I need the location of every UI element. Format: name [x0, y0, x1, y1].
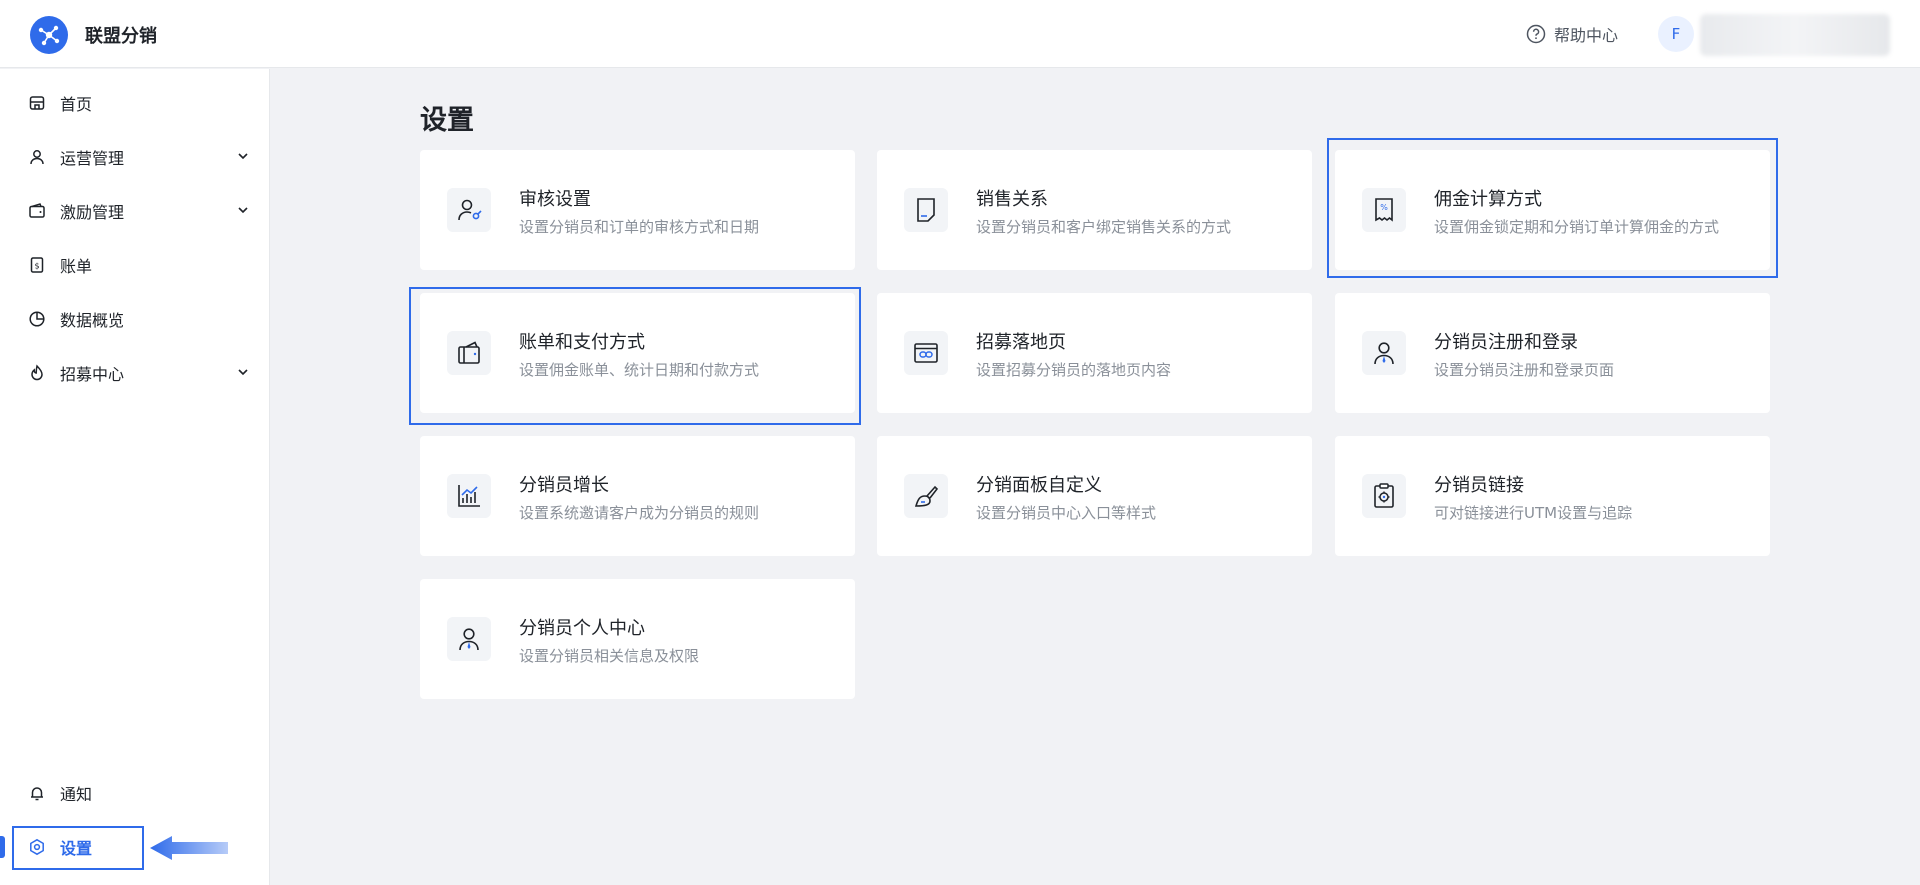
settings-highlight-box	[12, 826, 144, 870]
card-description: 设置招募分销员的落地页内容	[976, 361, 1172, 379]
settings-card-landing-page[interactable]: 招募落地页 设置招募分销员的落地页内容	[877, 293, 1312, 413]
sidebar-item-label: 运营管理	[60, 149, 125, 168]
settings-card-review[interactable]: 审核设置 设置分销员和订单的审核方式和日期	[420, 150, 855, 270]
sidebar-item-home[interactable]: 首页	[0, 81, 270, 125]
card-title: 审核设置	[519, 189, 591, 210]
help-center-label: 帮助中心	[1554, 26, 1619, 45]
browser-link-icon	[904, 331, 948, 375]
chevron-down-icon	[238, 153, 248, 160]
card-title: 分销员个人中心	[519, 618, 645, 639]
avatar[interactable]: F	[1658, 16, 1694, 52]
brand-name: 联盟分销	[85, 26, 157, 47]
person-tie-icon	[447, 617, 491, 661]
pointer-arrow-icon	[150, 836, 228, 860]
settings-card-commission[interactable]: % 佣金计算方式 设置佣金锁定期和分销订单计算佣金的方式	[1335, 150, 1770, 270]
card-title: 销售关系	[976, 189, 1048, 210]
bell-icon	[28, 784, 46, 802]
card-title: 分销面板自定义	[976, 475, 1102, 496]
page-title: 设置	[420, 105, 474, 136]
settings-card-billing-payment[interactable]: 账单和支付方式 设置佣金账单、统计日期和付款方式	[420, 293, 855, 413]
card-title: 账单和支付方式	[519, 332, 645, 353]
card-title: 佣金计算方式	[1434, 189, 1542, 210]
settings-card-panel-custom[interactable]: 分销面板自定义 设置分销员中心入口等样式	[877, 436, 1312, 556]
card-title: 分销员注册和登录	[1434, 332, 1578, 353]
card-title: 分销员链接	[1434, 475, 1524, 496]
flame-icon	[28, 364, 46, 382]
chevron-down-icon	[238, 207, 248, 214]
sidebar-item-label: 招募中心	[60, 365, 125, 384]
card-description: 设置分销员和客户绑定销售关系的方式	[976, 218, 1232, 236]
chevron-down-icon	[238, 369, 248, 376]
document-icon	[904, 188, 948, 232]
brand-logo-icon[interactable]	[30, 16, 68, 54]
paint-brush-icon	[904, 474, 948, 518]
wallet-card-icon	[447, 331, 491, 375]
person-tie-icon	[1362, 331, 1406, 375]
settings-card-sales-relation[interactable]: 销售关系 设置分销员和客户绑定销售关系的方式	[877, 150, 1312, 270]
svg-text:%: %	[1380, 203, 1388, 212]
clipboard-target-icon	[1362, 474, 1406, 518]
settings-card-growth[interactable]: 分销员增长 设置系统邀请客户成为分销员的规则	[420, 436, 855, 556]
settings-card-personal-center[interactable]: 分销员个人中心 设置分销员相关信息及权限	[420, 579, 855, 699]
sidebar-item-label: 数据概览	[60, 311, 125, 330]
card-description: 设置系统邀请客户成为分销员的规则	[519, 504, 760, 522]
sidebar-item-incentives[interactable]: 激励管理	[0, 189, 270, 233]
top-header: 联盟分销 帮助中心 F	[0, 0, 1920, 68]
growth-chart-icon	[447, 474, 491, 518]
card-description: 设置佣金锁定期和分销订单计算佣金的方式	[1434, 218, 1720, 236]
bill-icon: $	[28, 256, 46, 274]
card-title: 分销员增长	[519, 475, 609, 496]
receipt-percent-icon: %	[1362, 188, 1406, 232]
pie-chart-icon	[28, 310, 46, 328]
sidebar-item-notifications[interactable]: 通知	[0, 771, 270, 815]
account-info-redacted[interactable]	[1700, 14, 1890, 56]
card-description: 设置佣金账单、统计日期和付款方式	[519, 361, 760, 379]
sidebar-item-data-overview[interactable]: 数据概览	[0, 297, 270, 341]
card-description: 可对链接进行UTM设置与追踪	[1434, 504, 1633, 522]
user-review-icon	[447, 188, 491, 232]
sidebar-item-label: 账单	[60, 257, 93, 276]
help-center-link[interactable]: 帮助中心	[1526, 22, 1618, 46]
sidebar-item-operations[interactable]: 运营管理	[0, 135, 270, 179]
sidebar-item-recruitment[interactable]: 招募中心	[0, 351, 270, 395]
sidebar-item-bills[interactable]: $ 账单	[0, 243, 270, 287]
svg-text:$: $	[34, 262, 39, 271]
settings-card-register-login[interactable]: 分销员注册和登录 设置分销员注册和登录页面	[1335, 293, 1770, 413]
sidebar: 首页 运营管理 激励管理 $ 账单 数据概览 招募中心 通知 设置	[0, 69, 270, 885]
card-description: 设置分销员相关信息及权限	[519, 647, 700, 665]
sidebar-item-label: 激励管理	[60, 203, 125, 222]
card-title: 招募落地页	[976, 332, 1066, 353]
sidebar-item-label: 通知	[60, 785, 93, 804]
user-icon	[28, 148, 46, 166]
settings-card-links[interactable]: 分销员链接 可对链接进行UTM设置与追踪	[1335, 436, 1770, 556]
sidebar-item-label: 首页	[60, 95, 93, 114]
card-description: 设置分销员注册和登录页面	[1434, 361, 1615, 379]
help-circle-icon	[1526, 24, 1546, 44]
store-icon	[28, 94, 46, 112]
active-indicator	[0, 836, 5, 858]
card-description: 设置分销员和订单的审核方式和日期	[519, 218, 760, 236]
wallet-icon	[28, 202, 46, 220]
card-description: 设置分销员中心入口等样式	[976, 504, 1157, 522]
